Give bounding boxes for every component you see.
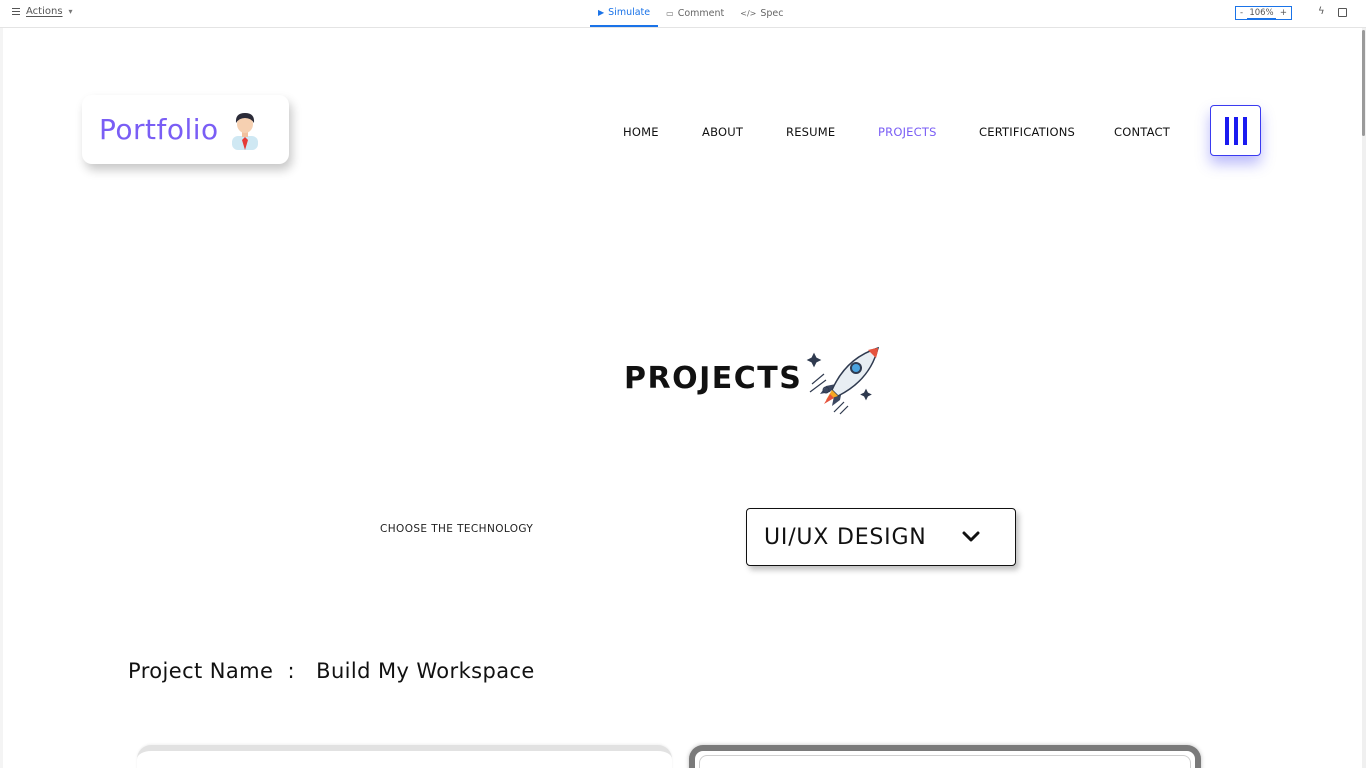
- menu-bar-icon: [1224, 116, 1229, 145]
- logo-card[interactable]: Portfolio: [82, 95, 289, 164]
- project-name-separator: :: [287, 659, 295, 683]
- logo-text: Portfolio: [99, 113, 219, 146]
- menu-bar-icon: [1233, 116, 1238, 145]
- project-name-value: Build My Workspace: [316, 659, 535, 683]
- avatar-icon: [231, 112, 258, 150]
- scrollbar-thumb[interactable]: [1362, 30, 1365, 136]
- nav-item-contact[interactable]: CONTACT: [1114, 125, 1170, 139]
- nav-item-certifications[interactable]: CERTIFICATIONS: [979, 125, 1075, 139]
- tab-spec[interactable]: </> Spec: [732, 0, 791, 27]
- section-title: PROJECTS: [624, 361, 803, 396]
- view-tabs: ▶ Simulate ▭ Comment </> Spec: [590, 0, 792, 28]
- project-card-right: [689, 745, 1201, 768]
- project-name-row: Project Name : Build My Workspace: [128, 659, 535, 683]
- actions-menu[interactable]: Actions ▾: [12, 6, 73, 17]
- project-name-label: Project Name: [128, 659, 274, 683]
- menu-button[interactable]: [1210, 105, 1261, 156]
- tab-comment[interactable]: ▭ Comment: [658, 0, 732, 27]
- technology-select[interactable]: UI/UX DESIGN: [746, 508, 1016, 566]
- vertical-scrollbar[interactable]: [1362, 28, 1366, 768]
- hamburger-icon: [12, 8, 20, 15]
- zoom-control: - 106% +: [1235, 6, 1292, 20]
- device-screen: [699, 755, 1191, 768]
- zoom-in-button[interactable]: +: [1280, 8, 1287, 18]
- tab-comment-label: Comment: [677, 8, 725, 19]
- code-icon: </>: [740, 9, 757, 18]
- comment-icon: ▭: [666, 9, 674, 18]
- nav-item-about[interactable]: ABOUT: [702, 125, 743, 139]
- zoom-level[interactable]: 106%: [1247, 8, 1276, 19]
- fullscreen-icon[interactable]: [1338, 8, 1347, 17]
- nav-item-resume[interactable]: RESUME: [786, 125, 835, 139]
- chevron-down-icon: ▾: [68, 7, 73, 16]
- chevron-down-icon: [962, 531, 980, 542]
- rocket-icon: [806, 346, 880, 415]
- technology-select-value: UI/UX DESIGN: [764, 524, 927, 550]
- bolt-icon[interactable]: ϟ: [1318, 6, 1325, 17]
- choose-technology-label: CHOOSE THE TECHNOLOGY: [380, 523, 534, 535]
- play-icon: ▶: [598, 8, 605, 17]
- project-card-left: [137, 745, 672, 768]
- nav-item-home[interactable]: HOME: [623, 125, 659, 139]
- design-canvas: Portfolio HOME ABOUT RESUME PROJECTS CER…: [3, 28, 1362, 768]
- nav-item-projects[interactable]: PROJECTS: [878, 125, 937, 139]
- tab-simulate[interactable]: ▶ Simulate: [590, 0, 659, 27]
- zoom-out-button[interactable]: -: [1240, 8, 1243, 18]
- tab-simulate-label: Simulate: [608, 7, 651, 18]
- menu-bar-icon: [1242, 116, 1247, 145]
- prototype-toolbar: Actions ▾ ▶ Simulate ▭ Comment </> Spec …: [0, 0, 1366, 28]
- tab-spec-label: Spec: [760, 8, 784, 19]
- actions-label: Actions: [26, 6, 63, 17]
